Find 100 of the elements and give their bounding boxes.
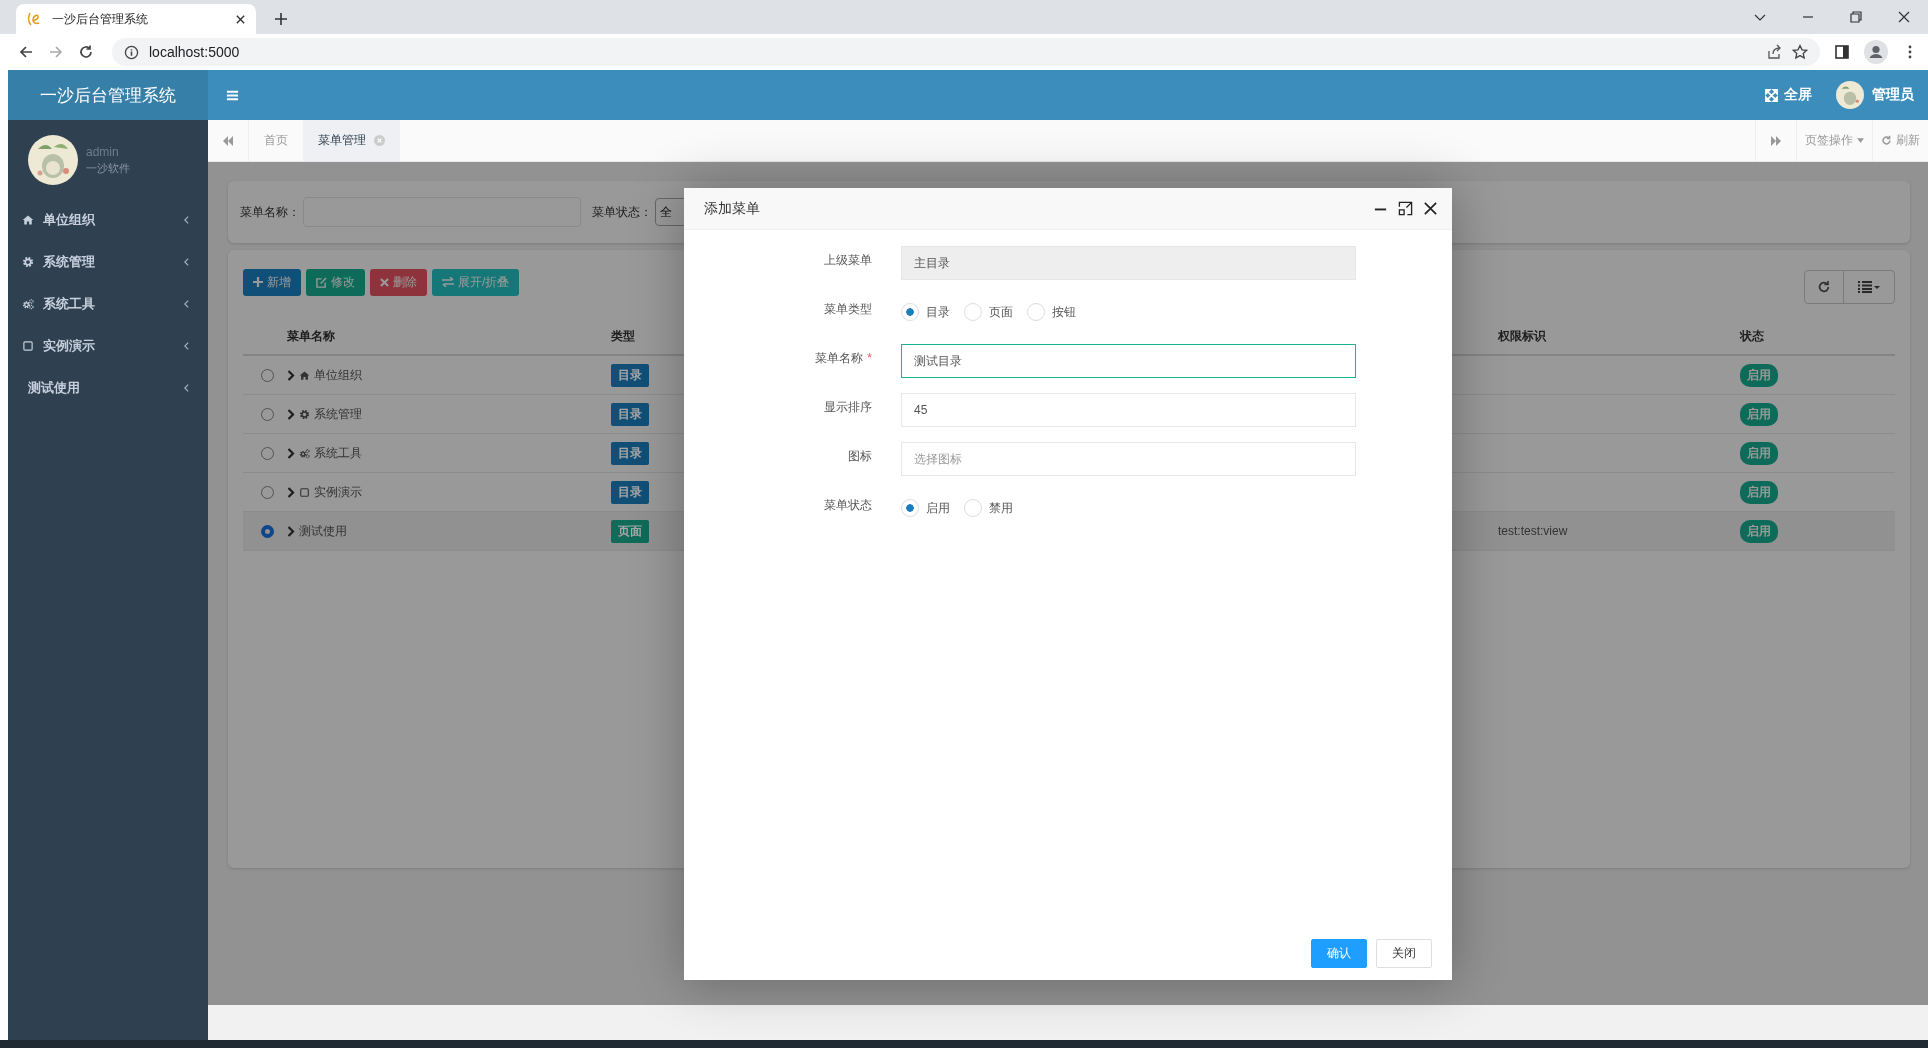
- sidebar-item[interactable]: 实例演示: [8, 325, 208, 367]
- chevron-right-icon[interactable]: [287, 447, 295, 459]
- app-title: 一沙后台管理系统: [8, 70, 208, 120]
- menu-name: 单位组织: [314, 366, 362, 384]
- column-header: 状态: [1738, 327, 1765, 345]
- chevron-left-icon: [183, 299, 190, 309]
- back-icon[interactable]: [18, 44, 34, 60]
- field-label: 图标: [847, 447, 872, 465]
- chevron-left-icon: [183, 257, 190, 267]
- chevron-right-icon[interactable]: [287, 525, 295, 537]
- dialog-title: 添加菜单: [704, 199, 760, 218]
- swap-icon: [442, 277, 454, 287]
- profile-icon[interactable]: [1864, 40, 1888, 64]
- radio-button[interactable]: [1027, 303, 1045, 321]
- menu-name: 系统管理: [314, 405, 362, 423]
- user-name: admin: [86, 144, 120, 159]
- radio-button[interactable]: [964, 499, 982, 517]
- user-menu[interactable]: 管理员: [1836, 81, 1914, 109]
- radio-button[interactable]: [964, 303, 982, 321]
- status-tag: 启用: [1740, 480, 1778, 504]
- close-button[interactable]: 关闭: [1376, 939, 1432, 968]
- status-tag: 启用: [1740, 402, 1778, 426]
- sidebar-item[interactable]: 单位组织: [8, 199, 208, 241]
- gears-icon: [22, 298, 34, 310]
- chevron-right-icon[interactable]: [287, 369, 295, 381]
- radio-option[interactable]: 启用: [901, 499, 950, 517]
- reload-icon[interactable]: [78, 44, 94, 60]
- field-label: 上级菜单: [823, 251, 872, 269]
- site-icon: [26, 11, 42, 27]
- column-header: 权限标识: [1497, 327, 1547, 345]
- close-icon[interactable]: [235, 13, 246, 25]
- user-organization: 一沙软件: [86, 160, 130, 176]
- info-icon[interactable]: [124, 44, 139, 60]
- column-header: 菜单名称: [286, 327, 336, 345]
- double-left-icon: [222, 134, 234, 147]
- status-tag: 启用: [1740, 363, 1778, 387]
- radio-button[interactable]: [901, 499, 919, 517]
- home-icon: [299, 369, 310, 381]
- type-tag: 目录: [611, 441, 649, 465]
- caret-icon: [1857, 138, 1864, 143]
- field-label: 显示排序: [823, 398, 872, 416]
- chevron-left-icon: [183, 383, 190, 393]
- address-bar[interactable]: localhost:5000: [112, 38, 1820, 66]
- list-icon: [1858, 281, 1880, 293]
- fullscreen-button[interactable]: 全屏: [1765, 86, 1812, 104]
- type-tag: 目录: [611, 402, 649, 426]
- type-tag: 页面: [611, 519, 649, 543]
- refresh-icon: [1881, 135, 1892, 146]
- input-field[interactable]: 测试目录: [901, 344, 1356, 378]
- new-tab-icon[interactable]: [274, 12, 288, 26]
- square-icon: [22, 340, 34, 352]
- type-tag: 目录: [611, 480, 649, 504]
- radio-option[interactable]: 目录: [901, 303, 950, 321]
- row-radio[interactable]: [261, 524, 274, 538]
- side-panel-icon[interactable]: [1834, 44, 1850, 60]
- chevron-right-icon[interactable]: [287, 408, 295, 420]
- close-icon[interactable]: [1423, 201, 1438, 216]
- status-tag: 启用: [1740, 441, 1778, 465]
- maximize-icon[interactable]: [1398, 201, 1413, 216]
- home-icon: [22, 214, 34, 226]
- cross-icon: [380, 277, 389, 287]
- input-field[interactable]: 45: [901, 393, 1356, 427]
- menu-name: 系统工具: [314, 444, 362, 462]
- sidebar-item[interactable]: 系统管理: [8, 241, 208, 283]
- field-label: 菜单名称 *: [814, 349, 872, 367]
- field-label: 菜单名称：: [240, 203, 300, 221]
- menu-name: 测试使用: [299, 522, 347, 540]
- chevron-left-icon: [183, 215, 190, 225]
- browser-tab[interactable]: 一沙后台管理系统: [16, 4, 256, 34]
- edit-icon: [316, 276, 327, 288]
- menu-name: 实例演示: [314, 483, 362, 501]
- expand-icon: [1765, 88, 1778, 102]
- chevron-left-icon: [183, 341, 190, 351]
- gear-icon: [299, 408, 310, 420]
- field-label: 菜单状态: [823, 496, 872, 514]
- field-label: 菜单类型: [823, 300, 872, 318]
- type-tag: 目录: [611, 363, 649, 387]
- parent-menu-field[interactable]: 主目录: [901, 246, 1356, 280]
- gears-icon: [299, 447, 310, 459]
- url-text: localhost:5000: [149, 44, 240, 60]
- plus-icon: [253, 277, 263, 287]
- radio-option[interactable]: 按钮: [1027, 303, 1076, 321]
- permission-text: test:test:view: [1498, 524, 1568, 538]
- menu-icon[interactable]: [226, 88, 239, 102]
- gear-icon: [22, 256, 34, 268]
- refresh-icon: [1817, 280, 1831, 294]
- double-right-icon: [1770, 134, 1782, 147]
- star-icon[interactable]: [1792, 44, 1808, 60]
- radio-button[interactable]: [901, 303, 919, 321]
- page-tab[interactable]: 菜单管理: [303, 120, 400, 161]
- field-label: 菜单状态：: [592, 203, 652, 221]
- sidebar-item[interactable]: 测试使用: [8, 367, 208, 409]
- square-icon: [299, 486, 310, 498]
- input-field[interactable]: 选择图标: [901, 442, 1356, 476]
- share-icon[interactable]: [1766, 44, 1782, 60]
- sidebar-item[interactable]: 系统工具: [8, 283, 208, 325]
- radio-option[interactable]: 禁用: [964, 499, 1013, 517]
- radio-option[interactable]: 页面: [964, 303, 1013, 321]
- chevron-right-icon[interactable]: [287, 486, 295, 498]
- column-header: 类型: [610, 327, 636, 345]
